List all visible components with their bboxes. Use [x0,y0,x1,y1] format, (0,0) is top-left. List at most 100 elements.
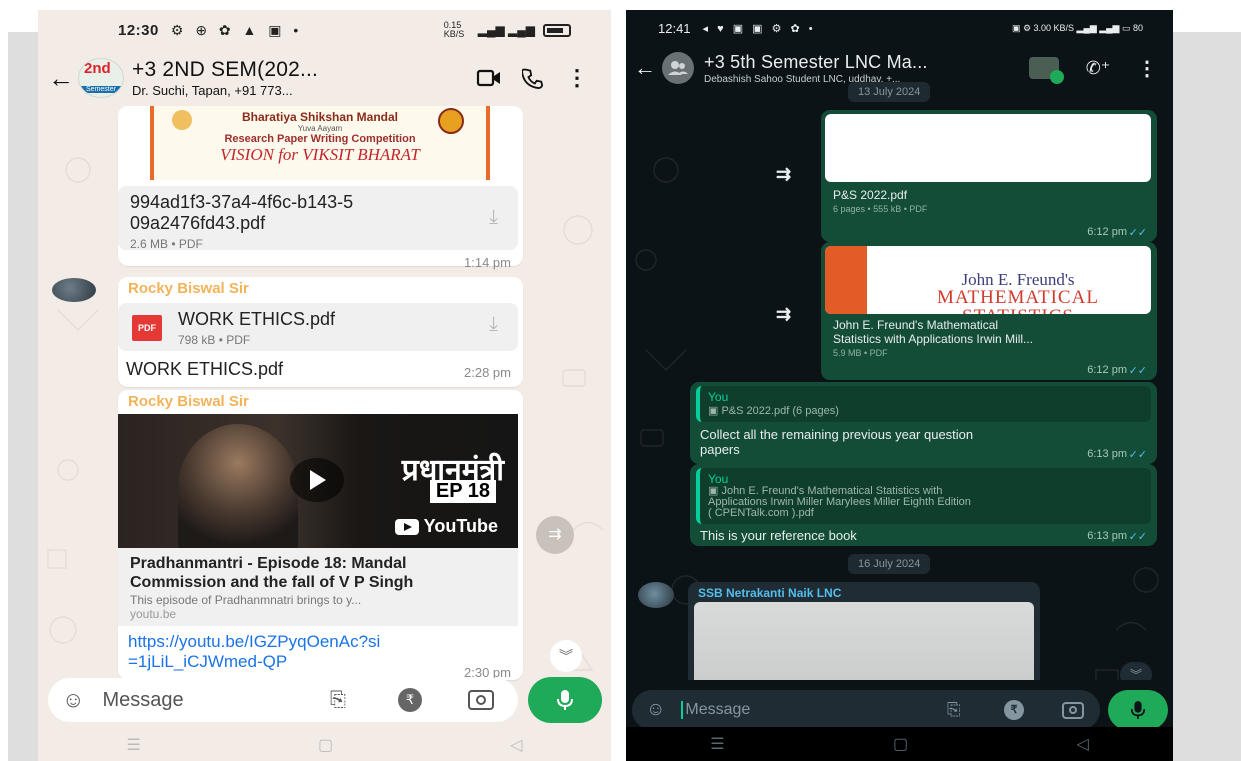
recents-icon[interactable]: ☰ [127,735,141,755]
date-chip: 13 July 2024 [848,82,931,102]
message-input[interactable]: ☺ Message ⎘ ₹ [632,690,1100,730]
poster-line-1: Bharatiya Shikshan Mandal [241,110,399,124]
message-time: 6:12 pm [1087,364,1127,376]
forward-icon[interactable]: ⇉ [776,304,791,325]
reply-quote[interactable]: You ▣ John E. Freund's Mathematical Stat… [696,468,1151,524]
poster-line-3: Research Paper Writing Competition [224,133,416,145]
sender-avatar[interactable] [52,278,96,302]
message-bubble-ps-pdf[interactable]: P&S 2022.pdf 6 pages • 555 kB • PDF 6:12… [821,110,1157,242]
message-bubble-work-ethics[interactable]: Rocky Biswal Sir PDF WORK ETHICS.pdf 798… [118,277,523,387]
file-preview [825,114,1151,182]
quote-author: You [708,390,729,404]
more-options-icon[interactable]: ⋮ [555,65,599,91]
message-bubble-collect[interactable]: You ▣ P&S 2022.pdf (6 pages) Collect all… [690,382,1157,464]
file-meta: 5.9 MB • PDF [833,348,888,358]
voice-call-icon[interactable] [511,67,555,89]
camera-icon[interactable] [1062,701,1084,719]
home-icon[interactable]: ▢ [893,734,908,754]
message-time: 6:13 pm [1087,530,1127,542]
quote-author: You [708,472,729,486]
home-icon[interactable]: ▢ [318,735,333,755]
emoji-icon[interactable]: ☺ [646,699,665,721]
chat-subtitle: Dr. Suchi, Tapan, +91 773... [132,83,293,98]
read-receipt-icon: ✓✓ [1128,227,1147,239]
message-bubble-youtube[interactable]: Rocky Biswal Sir प्रधानमंत्री EP 18 YouT… [118,390,523,680]
signal-icon: ▂▄▆ ▂▄▆ [477,23,535,37]
file-name-line-1: John E. Freund's Mathematical [833,318,999,332]
forward-icon[interactable]: ⇉ [536,516,574,554]
sender-avatar[interactable] [638,582,674,608]
recents-icon[interactable]: ☰ [710,734,724,754]
sender-name: SSB Netrakanti Naik LNC [698,586,842,600]
pdf-icon: PDF [132,315,162,341]
download-icon[interactable]: ⤓ [489,206,498,229]
message-time: 1:14 pm [464,255,511,270]
payment-icon[interactable]: ₹ [1004,700,1024,720]
status-right: ▣ ⚙ 3.00 KB/S ▂▄▆ ▂▄▆ ▭ 80 [1011,22,1143,33]
nav-back-icon[interactable]: ◁ [1076,734,1088,754]
chat-title: +3 2ND SEM(202... [132,58,319,81]
sender-name: Rocky Biswal Sir [128,280,249,297]
mic-button[interactable] [1108,690,1168,730]
file-meta: 2.6 MB • PDF [130,237,203,251]
payment-icon[interactable]: ₹ [398,688,422,712]
poster-emblem-icon [438,108,464,134]
group-avatar[interactable] [662,52,694,84]
video-call-icon[interactable] [467,68,511,88]
file-name-line-1: 994ad1f3-37a4-4f6c-b143-5 [130,192,354,212]
quote-line-3: ( CPENTalk.com ).pdf [708,507,814,519]
add-call-icon[interactable]: ✆⁺ [1071,58,1125,79]
file-name: WORK ETHICS.pdf [178,309,336,329]
date-chip: 16 July 2024 [848,554,931,574]
message-bubble-reference[interactable]: You ▣ John E. Freund's Mathematical Stat… [690,464,1157,546]
youtube-logo: YouTube [394,516,498,537]
more-options-icon[interactable]: ⋮ [1125,56,1169,81]
file-attachment[interactable]: 994ad1f3-37a4-4f6c-b143-5 09a2476fd43.pd… [118,186,518,251]
play-button-icon[interactable] [290,458,344,502]
video-thumbnail[interactable]: प्रधानमंत्री EP 18 YouTube [118,414,518,548]
avatar-badge: 2nd [84,60,111,77]
attach-icon[interactable]: ⎘ [947,700,961,720]
mic-icon [557,690,573,710]
thumbnail-episode: EP 18 [429,480,496,503]
book-cover-line-3: STATISTICS [885,306,1151,314]
book-cover: John E. Freund's MATHEMATICAL STATISTICS [825,246,1151,314]
message-bubble-freund-pdf[interactable]: John E. Freund's MATHEMATICAL STATISTICS… [821,242,1157,380]
message-input[interactable]: ☺ Message ⎘ ₹ [48,678,518,722]
sender-name: Rocky Biswal Sir [128,393,249,410]
file-name: P&S 2022.pdf [833,188,908,202]
file-name-line-2: 09a2476fd43.pdf [130,213,266,233]
link-preview-title: Pradhanmantri - Episode 18: Mandal Commi… [130,555,414,591]
status-bar: 12:30 ⚙ ⊕ ✿ ▲ ▣ • 0.15 KB/S ▂▄▆ ▂▄▆ [38,10,611,50]
reply-quote[interactable]: You ▣ P&S 2022.pdf (6 pages) [696,386,1151,422]
quote-text: ▣ P&S 2022.pdf (6 pages) [708,405,839,417]
message-bubble-file-poster[interactable]: Bharatiya Shikshan Mandal Yuva Aayam Res… [118,106,523,270]
nav-back-icon[interactable]: ◁ [510,735,522,755]
download-icon[interactable]: ⤓ [489,313,498,336]
emoji-icon[interactable]: ☺ [62,687,84,713]
back-arrow-icon[interactable]: ← [46,63,76,94]
thumbnail-person [178,424,298,548]
status-notification-icons: ◂ ♥ ▣ ▣ ⚙ ✿ • [702,22,816,35]
group-call-icon[interactable] [1017,57,1071,84]
mic-button[interactable] [528,677,602,723]
poster-line-4: VISION for VIKSIT BHARAT [220,145,420,164]
link-preview-desc: This episode of Pradhanmnatri brings to … [130,593,362,607]
group-avatar[interactable]: 2nd Semester [78,58,124,98]
file-name-line-2: Statistics with Applications Irwin Mill.… [833,332,1034,346]
chat-title-block[interactable]: +3 5th Semester LNC Ma... Debashish Saho… [704,52,1017,85]
chat-title-block[interactable]: +3 2ND SEM(202... Dr. Suchi, Tapan, +91 … [132,58,467,98]
camera-icon[interactable] [468,690,494,710]
poster-image: Bharatiya Shikshan Mandal Yuva Aayam Res… [150,106,490,180]
file-attachment[interactable]: PDF WORK ETHICS.pdf 798 kB • PDF ⤓ [118,303,518,351]
status-right: 0.15 KB/S ▂▄▆ ▂▄▆ [444,21,571,39]
back-arrow-icon[interactable]: ← [630,55,660,81]
link-preview[interactable]: Pradhanmantri - Episode 18: Mandal Commi… [118,548,518,626]
message-text: This is your reference book [700,528,857,543]
network-speed: 0.15 KB/S [443,20,465,39]
link-line-1: https://youtu.be/IGZPyqOenAc?si [128,632,381,651]
forward-icon[interactable]: ⇉ [776,164,791,185]
attach-icon[interactable]: ⎘ [330,689,346,712]
youtube-brand: YouTube [423,516,498,536]
file-meta: 798 kB • PDF [178,333,251,347]
